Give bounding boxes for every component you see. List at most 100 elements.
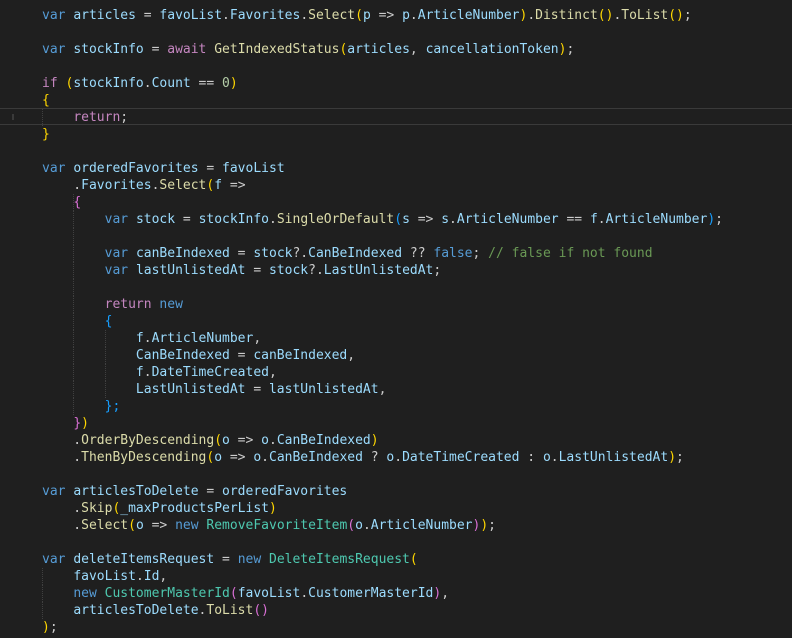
code-token: ) [668,450,677,465]
indent-guide [73,279,75,296]
code-token: = [229,246,254,261]
code-token: o [214,450,223,465]
code-line[interactable]: { [0,194,792,211]
code-token: => [222,450,254,465]
code-line[interactable]: }; [0,398,792,415]
code-text: if (stockInfo.Count == 0) [42,75,238,92]
code-token: ; [715,212,723,227]
code-line[interactable]: f.ArticleNumber, [0,330,792,347]
code-token: ( [347,518,356,533]
code-line[interactable]: { [0,313,792,330]
code-line[interactable]: var articlesToDelete = orderedFavorites [0,483,792,500]
code-token: . [42,450,82,465]
code-line[interactable]: }) [0,415,792,432]
code-text: }) [42,415,89,432]
code-token: return [104,297,152,312]
code-token: () [253,603,269,618]
code-token: o [135,518,144,533]
code-line[interactable]: return; [0,109,792,126]
code-line[interactable] [0,279,792,296]
code-token: : [519,450,543,465]
code-line[interactable]: return new [0,296,792,313]
code-text: .Select(o => new RemoveFavoriteItem(o.Ar… [42,517,496,534]
code-token: . [409,8,418,23]
code-token: ( [355,8,363,23]
code-line[interactable] [0,228,792,245]
code-line[interactable]: articlesToDelete.ToList() [0,602,792,619]
code-token: p [362,8,371,23]
code-token: ( [214,433,223,448]
code-token: ) [480,518,489,533]
code-token: . [550,450,559,465]
code-line[interactable]: ); [0,619,792,636]
code-line[interactable] [0,534,792,551]
code-token: Id [143,569,160,584]
code-line[interactable]: f.DateTimeCreated, [0,364,792,381]
code-token: canBeIndexed [253,348,348,363]
code-text: var articles = favoList.Favorites.Select… [42,7,692,24]
code-text: return new [42,296,183,313]
code-line[interactable]: new CustomerMasterId(favoList.CustomerMa… [0,585,792,602]
code-token: var [42,552,66,567]
code-text: var stockInfo = await GetIndexedStatus(a… [42,41,574,58]
code-token: ) [269,501,277,516]
code-token: , [253,331,262,346]
code-line[interactable]: .Skip(_maxProductsPerList) [0,500,792,517]
code-token: ?? [402,246,434,261]
code-token: if [42,76,58,91]
code-line[interactable]: var articles = favoList.Favorites.Select… [0,7,792,24]
code-token: orderedFavorites [222,484,348,499]
code-line[interactable]: CanBeIndexed = canBeIndexed, [0,347,792,364]
code-token: ) [42,620,50,635]
code-token: Favorites [229,8,301,23]
code-token: . [597,212,606,227]
code-line[interactable]: .Favorites.Select(f => [0,177,792,194]
code-line[interactable] [0,58,792,75]
code-token: stock [135,212,176,227]
code-line[interactable]: var deleteItemsRequest = new DeleteItems… [0,551,792,568]
code-line[interactable]: var stock = stockInfo.SingleOrDefault(s … [0,211,792,228]
code-line[interactable]: .Select(o => new RemoveFavoriteItem(o.Ar… [0,517,792,534]
code-line[interactable]: var lastUnlistedAt = stock?.LastUnlisted… [0,262,792,279]
code-token: = [245,263,269,278]
code-line[interactable]: { [0,92,792,109]
code-editor[interactable]: var articles = favoList .Favorites.Select… [0,0,792,638]
code-line[interactable]: var orderedFavorites = favoList [0,160,792,177]
code-token: var [42,42,66,57]
code-line[interactable]: if (stockInfo.Count == 0) [0,75,792,92]
code-token: . [269,212,277,227]
code-line[interactable] [0,143,792,160]
code-token: . [143,365,152,380]
code-line[interactable]: var stockInfo = await GetIndexedStatus(a… [0,41,792,58]
code-line[interactable]: var canBeIndexed = stock?.CanBeIndexed ?… [0,245,792,262]
code-token: = [198,161,223,176]
code-token: orderedFavorites [73,161,199,176]
code-line[interactable]: favoList.Id, [0,568,792,585]
code-token: = [229,348,254,363]
code-token: _maxProductsPerList [120,501,269,516]
code-token: = [245,382,269,397]
code-token: favoList [237,586,301,601]
code-token: ArticleNumber [417,8,520,23]
code-token: ToList [206,603,254,618]
code-token: articles [73,8,136,23]
code-token: ; [49,620,58,635]
code-line[interactable]: .OrderByDescending(o => o.CanBeIndexed) [0,432,792,449]
code-line[interactable] [0,24,792,41]
code-token: Distinct [535,8,598,23]
code-token: new [73,586,97,601]
code-line[interactable]: LastUnlistedAt = lastUnlistedAt, [0,381,792,398]
code-token: LastUnlistedAt [323,263,434,278]
code-token: () [597,8,614,23]
code-line[interactable]: .ThenByDescending(o => o.CanBeIndexed ? … [0,449,792,466]
code-line[interactable]: } [0,126,792,143]
code-token: f [135,331,144,346]
code-token: , [441,586,450,601]
code-line[interactable] [0,466,792,483]
code-token: DeleteItemsRequest [269,552,410,567]
